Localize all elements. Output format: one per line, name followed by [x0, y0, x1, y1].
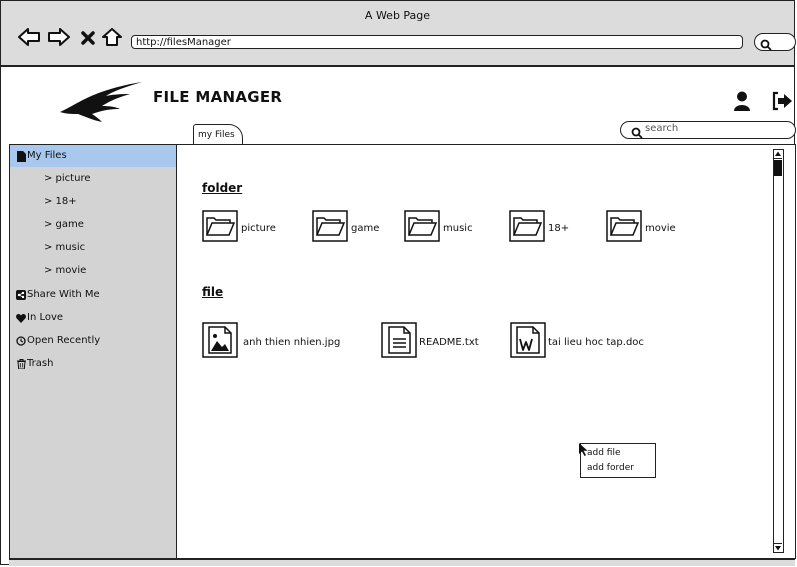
folder-icon: [404, 210, 440, 246]
text-file-icon: [381, 322, 417, 362]
folder-icon: [606, 210, 642, 246]
trash-icon: [16, 359, 26, 369]
file-anh-thien-nhien[interactable]: anh thien nhien.jpg: [202, 322, 341, 362]
folder-label: game: [351, 222, 380, 234]
browser-chrome: A Web Page http://filesManager: [1, 1, 796, 67]
back-button[interactable]: [18, 28, 40, 50]
forward-button[interactable]: [48, 28, 70, 50]
scroll-up-button[interactable]: [774, 150, 782, 159]
sidebar-item-open-recently[interactable]: Open Recently: [10, 330, 176, 352]
logout-icon[interactable]: [772, 91, 794, 115]
arrow-left-icon: [18, 28, 40, 50]
folder-section-title: folder: [202, 181, 243, 195]
sidebar-item-label: Share With Me: [27, 289, 100, 300]
sidebar-item-label: > 18+: [44, 196, 77, 207]
sidebar-item-movie[interactable]: > movie: [10, 260, 176, 282]
file-tai-lieu[interactable]: tai lieu hoc tap.doc: [510, 322, 644, 362]
sidebar-item-label: Open Recently: [27, 335, 101, 346]
home-button[interactable]: [101, 28, 123, 50]
url-bar[interactable]: http://filesManager: [131, 35, 743, 49]
sidebar-item-label: > music: [44, 242, 86, 253]
file-readme[interactable]: README.txt: [381, 322, 479, 362]
file-label: README.txt: [419, 336, 479, 348]
scroll-down-button[interactable]: [774, 543, 782, 552]
folder-label: movie: [645, 222, 676, 234]
folder-icon: [312, 210, 348, 246]
folder-18plus[interactable]: 18+: [509, 210, 570, 246]
search-input[interactable]: search: [620, 121, 796, 139]
sidebar-item-game[interactable]: > game: [10, 214, 176, 236]
sidebar-item-my-files[interactable]: My Files: [10, 145, 176, 167]
folder-label: picture: [241, 222, 276, 234]
menu-item-add-file[interactable]: add file: [587, 448, 621, 458]
sidebar-item-share-with-me[interactable]: Share With Me: [10, 284, 176, 306]
file-label: tai lieu hoc tap.doc: [548, 336, 644, 348]
tab-my-files[interactable]: my Files: [193, 124, 243, 145]
search-icon: [760, 36, 772, 55]
scroll-thumb[interactable]: [774, 160, 782, 176]
app-title: FILE MANAGER: [153, 88, 283, 106]
user-icon[interactable]: [733, 91, 751, 116]
folder-icon: [202, 210, 238, 246]
file-label: anh thien nhien.jpg: [243, 336, 341, 348]
file-section-title: file: [202, 285, 224, 299]
sidebar-item-music[interactable]: > music: [10, 237, 176, 259]
menu-item-add-forder[interactable]: add forder: [587, 463, 634, 473]
sidebar-item-label: > game: [44, 219, 84, 230]
folder-icon: [509, 210, 545, 246]
heart-icon: [16, 313, 26, 323]
folder-picture[interactable]: picture: [202, 210, 276, 246]
sidebar-item-label: Trash: [27, 358, 54, 369]
sidebar-item-18plus[interactable]: > 18+: [10, 191, 176, 213]
folder-music[interactable]: music: [404, 210, 473, 246]
bird-logo: [58, 80, 144, 128]
clock-icon: [16, 336, 26, 346]
search-icon: [631, 124, 643, 143]
sidebar-item-label: > picture: [44, 173, 91, 184]
folder-label: music: [443, 222, 473, 234]
sidebar: My Files > picture > 18+ > game > music …: [9, 144, 177, 559]
word-file-icon: [510, 322, 546, 362]
file-icon: [16, 150, 26, 162]
status-bar: [9, 559, 795, 566]
stop-button[interactable]: [77, 28, 99, 50]
sidebar-item-label: My Files: [27, 150, 67, 161]
sidebar-item-picture[interactable]: > picture: [10, 168, 176, 190]
arrow-right-icon: [48, 28, 70, 50]
sidebar-item-label: > movie: [44, 265, 87, 276]
browser-search-button[interactable]: [754, 33, 796, 51]
sidebar-item-trash[interactable]: Trash: [10, 353, 176, 375]
folder-movie[interactable]: movie: [606, 210, 676, 246]
image-file-icon: [202, 322, 238, 362]
mouse-cursor-icon: [579, 442, 589, 461]
window-title: A Web Page: [364, 9, 431, 22]
folder-game[interactable]: game: [312, 210, 380, 246]
search-placeholder: search: [645, 123, 679, 134]
folder-label: 18+: [548, 222, 570, 234]
vertical-scrollbar[interactable]: [773, 149, 784, 553]
share-icon: [16, 290, 26, 300]
sidebar-item-label: In Love: [27, 312, 64, 323]
sidebar-item-in-love[interactable]: In Love: [10, 307, 176, 329]
close-x-icon: [81, 30, 95, 49]
context-menu: add file add forder: [580, 443, 656, 478]
home-icon: [102, 28, 122, 50]
